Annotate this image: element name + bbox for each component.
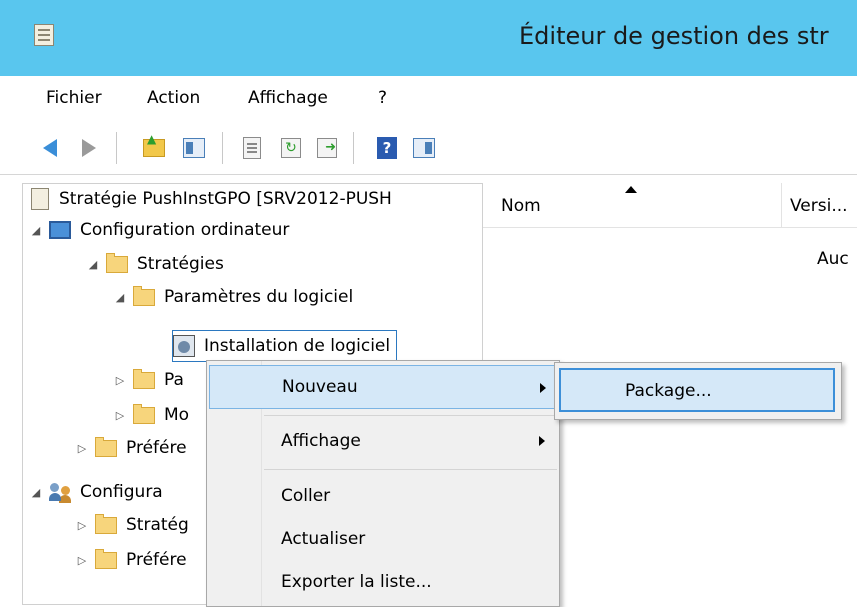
tree-item-user-strategies[interactable]: ▷ Stratég bbox=[75, 510, 189, 540]
list-header: Nom Versi... bbox=[483, 183, 857, 228]
collapse-triangle-icon[interactable]: ◢ bbox=[113, 291, 127, 304]
context-menu-item-nouveau[interactable]: Nouveau bbox=[209, 365, 555, 409]
folder-icon bbox=[106, 252, 128, 273]
tree-item-label: Installation de logiciel bbox=[204, 336, 391, 356]
tree-item-user-configuration[interactable]: ◢ Configura bbox=[29, 477, 163, 507]
column-header-name[interactable]: Nom bbox=[501, 196, 541, 216]
menu-affichage[interactable]: Affichage bbox=[248, 88, 328, 108]
folder-up-icon bbox=[143, 132, 165, 157]
menu-item-label: Package... bbox=[625, 381, 712, 401]
context-menu-item-actualiser[interactable]: Actualiser bbox=[209, 517, 555, 561]
tree-item-windows-settings[interactable]: ▷ Pa bbox=[113, 365, 184, 395]
tree-item-label: Préfére bbox=[126, 550, 187, 570]
computer-icon bbox=[49, 221, 71, 239]
refresh-button[interactable]: ↻ bbox=[277, 134, 305, 162]
menu-fichier[interactable]: Fichier bbox=[46, 88, 102, 108]
toolbar-separator bbox=[116, 132, 117, 164]
tree-item-label: Stratégie PushInstGPO [SRV2012-PUSH bbox=[59, 189, 392, 209]
back-button[interactable] bbox=[36, 134, 64, 162]
toolbar-separator bbox=[222, 132, 223, 164]
menu-divider bbox=[264, 415, 557, 416]
menu-item-label: Coller bbox=[281, 486, 331, 506]
window-title: Éditeur de gestion des str bbox=[519, 22, 829, 50]
sort-ascending-icon bbox=[625, 186, 637, 193]
tree-item-computer-configuration[interactable]: ◢ Configuration ordinateur bbox=[29, 215, 290, 245]
submenu-arrow-icon bbox=[540, 383, 546, 393]
forward-button[interactable] bbox=[75, 134, 103, 162]
context-menu-item-coller[interactable]: Coller bbox=[209, 474, 555, 518]
tree-item-admin-templates[interactable]: ▷ Mo bbox=[113, 400, 189, 430]
tree-item-label: Pa bbox=[164, 370, 184, 390]
tree-item-label: Configura bbox=[80, 482, 163, 502]
toolbar: ↻ ➜ ? bbox=[0, 122, 857, 175]
submenu-arrow-icon bbox=[539, 436, 545, 446]
show-hide-console-tree-button[interactable] bbox=[180, 134, 208, 162]
context-menu: Nouveau Affichage Coller Actualiser Expo… bbox=[206, 360, 560, 607]
menu-action[interactable]: Action bbox=[147, 88, 200, 108]
tree-item-software-installation[interactable]: Installation de logiciel bbox=[172, 330, 398, 362]
properties-icon bbox=[243, 137, 261, 159]
tree-item-root[interactable]: Stratégie PushInstGPO [SRV2012-PUSH bbox=[31, 184, 392, 214]
empty-list-message: Auc bbox=[817, 249, 849, 269]
submenu-item-package[interactable]: Package... bbox=[559, 368, 835, 412]
collapse-triangle-icon[interactable]: ◢ bbox=[29, 486, 43, 499]
submenu-nouveau: Package... bbox=[554, 362, 842, 420]
forward-arrow-icon bbox=[82, 139, 96, 157]
expand-triangle-icon[interactable]: ▷ bbox=[75, 519, 89, 532]
folder-icon bbox=[95, 513, 117, 534]
back-arrow-icon bbox=[43, 139, 57, 157]
folder-icon bbox=[133, 368, 155, 389]
menu-item-label: Affichage bbox=[281, 431, 361, 451]
column-header-version[interactable]: Versi... bbox=[790, 196, 848, 216]
collapse-triangle-icon[interactable]: ◢ bbox=[86, 258, 100, 271]
expand-triangle-icon[interactable]: ▷ bbox=[113, 374, 127, 387]
menu-bar: Fichier Action Affichage ? bbox=[0, 76, 857, 123]
action-pane-icon bbox=[413, 138, 435, 158]
help-icon: ? bbox=[377, 137, 397, 159]
expand-triangle-icon[interactable]: ▷ bbox=[75, 554, 89, 567]
toolbar-separator bbox=[353, 132, 354, 164]
export-list-button[interactable]: ➜ bbox=[313, 134, 341, 162]
expand-triangle-icon[interactable]: ▷ bbox=[75, 442, 89, 455]
tree-item-strategies[interactable]: ◢ Stratégies bbox=[86, 249, 224, 279]
show-hide-action-pane-button[interactable] bbox=[410, 134, 438, 162]
context-menu-item-affichage[interactable]: Affichage bbox=[209, 419, 555, 463]
folder-icon bbox=[133, 403, 155, 424]
export-list-icon: ➜ bbox=[317, 138, 337, 158]
console-tree-icon bbox=[183, 138, 205, 158]
gpo-icon bbox=[31, 188, 49, 210]
refresh-icon: ↻ bbox=[281, 138, 301, 158]
users-icon bbox=[49, 482, 71, 502]
tree-item-user-preferences[interactable]: ▷ Préfére bbox=[75, 545, 187, 575]
folder-icon bbox=[95, 436, 117, 457]
help-button[interactable]: ? bbox=[373, 134, 401, 162]
title-bar[interactable]: Éditeur de gestion des str bbox=[0, 0, 857, 76]
folder-icon bbox=[95, 548, 117, 569]
expand-triangle-icon[interactable]: ▷ bbox=[113, 409, 127, 422]
tree-item-label: Configuration ordinateur bbox=[80, 220, 290, 240]
menu-help[interactable]: ? bbox=[378, 88, 387, 108]
menu-item-label: Nouveau bbox=[282, 377, 358, 397]
folder-icon bbox=[133, 285, 155, 306]
tree-item-software-settings[interactable]: ◢ Paramètres du logiciel bbox=[113, 282, 353, 312]
tree-item-label: Mo bbox=[164, 405, 190, 425]
collapse-triangle-icon[interactable]: ◢ bbox=[29, 224, 43, 237]
up-one-level-button[interactable] bbox=[140, 132, 168, 162]
software-installation-icon bbox=[173, 335, 195, 357]
tree-item-label: Paramètres du logiciel bbox=[164, 287, 354, 307]
context-menu-item-exporter-la-liste[interactable]: Exporter la liste... bbox=[209, 560, 555, 604]
tree-item-label: Préfére bbox=[126, 438, 187, 458]
tree-item-label: Stratégies bbox=[137, 254, 224, 274]
tree-item-preferences[interactable]: ▷ Préfére bbox=[75, 433, 187, 463]
menu-divider bbox=[264, 469, 557, 470]
properties-button[interactable] bbox=[238, 134, 266, 162]
menu-item-label: Actualiser bbox=[281, 529, 366, 549]
menu-item-label: Exporter la liste... bbox=[281, 572, 432, 592]
tree-item-label: Stratég bbox=[126, 515, 189, 535]
column-separator[interactable] bbox=[781, 183, 782, 227]
gpo-editor-app-icon[interactable] bbox=[34, 24, 54, 46]
